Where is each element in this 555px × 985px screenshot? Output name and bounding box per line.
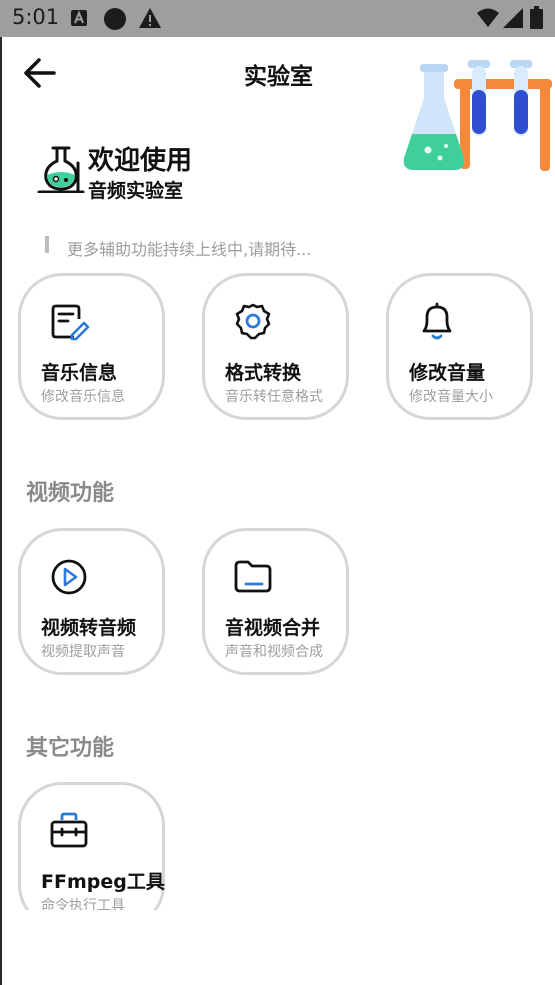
welcome-subtitle: 音频实验室: [88, 180, 184, 202]
section-title-other: 其它功能: [26, 736, 115, 761]
volume-card[interactable]: 修改音量 修改音量大小: [386, 273, 533, 420]
gear-icon: [235, 303, 271, 340]
card-subtitle: 声音和视频合成: [225, 644, 323, 660]
section-title-video: 视频功能: [26, 481, 115, 506]
card-title: 视频转音频: [41, 617, 137, 639]
play-circle-icon: [51, 559, 87, 595]
card-title: 音乐信息: [41, 362, 118, 384]
card-subtitle: 音乐转任意格式: [225, 389, 323, 405]
card-title: 音视频合并: [225, 617, 321, 639]
card-subtitle: 修改音乐信息: [41, 389, 125, 405]
ffmpeg-tool-card[interactable]: FFmpeg工具 命令执行工具: [18, 782, 165, 910]
toolbox-icon: [50, 812, 88, 848]
card-title: 修改音量: [409, 362, 486, 384]
card-subtitle: 修改音量大小: [409, 389, 493, 405]
card-title: FFmpeg工具: [41, 871, 165, 893]
card-subtitle: 命令执行工具: [41, 898, 125, 910]
bell-icon: [422, 302, 452, 340]
edit-note-icon: [51, 304, 90, 341]
card-subtitle: 视频提取声音: [41, 644, 125, 660]
folder-icon: [234, 560, 272, 593]
flask-logo-icon: [37, 146, 85, 193]
video-to-audio-card[interactable]: 视频转音频 视频提取声音: [18, 528, 165, 675]
notice-text: 更多辅助功能持续上线中,请期待...: [67, 240, 312, 259]
av-merge-card[interactable]: 音视频合并 声音和视频合成: [202, 528, 349, 675]
music-info-card[interactable]: 音乐信息 修改音乐信息: [18, 273, 165, 420]
card-title: 格式转换: [225, 362, 302, 384]
notice-marker: [45, 236, 49, 253]
format-convert-card[interactable]: 格式转换 音乐转任意格式: [202, 273, 349, 420]
welcome-title: 欢迎使用: [88, 146, 193, 176]
lab-flask-illustration: [403, 60, 552, 171]
